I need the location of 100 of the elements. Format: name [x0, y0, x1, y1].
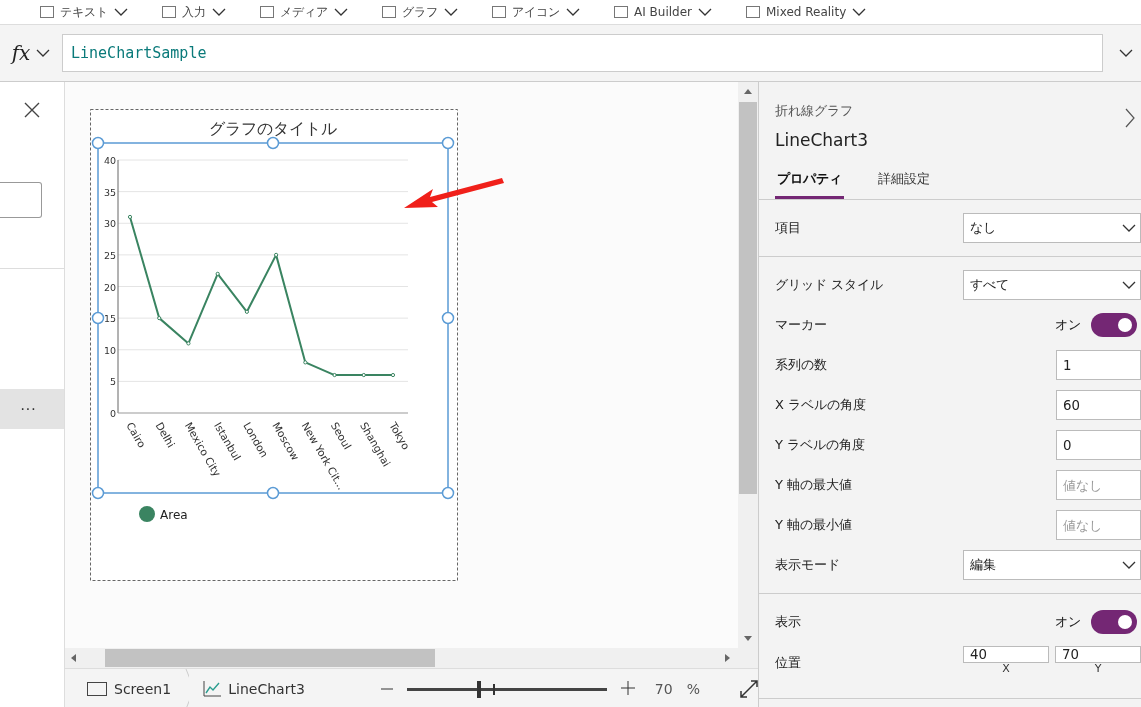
property-label: 表示モード	[775, 556, 841, 574]
y-caption: Y	[1094, 663, 1102, 675]
data-point	[361, 372, 366, 378]
fullscreen-icon[interactable]	[740, 680, 758, 698]
resize-handle[interactable]	[266, 136, 280, 150]
control-type: 折れ線グラフ	[775, 102, 853, 120]
y-tick-label: 40	[103, 155, 116, 166]
property-dropdown[interactable]: すべて	[963, 270, 1141, 300]
chevron-down-icon	[1122, 281, 1136, 289]
toolbar-menu[interactable]: Mixed Reality	[766, 5, 847, 19]
property-input[interactable]: 1	[1056, 350, 1141, 380]
x-input[interactable]: 40	[963, 646, 1049, 663]
search-field[interactable]	[0, 182, 42, 218]
toolbar-icon[interactable]	[492, 6, 506, 18]
chevron-down-icon	[212, 8, 226, 16]
property-label: Y ラベルの角度	[775, 436, 867, 454]
toggle-switch[interactable]	[1091, 313, 1137, 337]
chevron-down-icon	[114, 8, 128, 16]
property-label: 位置	[775, 654, 802, 672]
toolbar-icon[interactable]	[162, 6, 176, 18]
resize-handle[interactable]	[441, 311, 455, 325]
legend-label: Area	[160, 508, 188, 522]
chevron-down-icon	[566, 8, 580, 16]
data-point	[303, 360, 308, 365]
screen-breadcrumb[interactable]: Screen1	[81, 681, 178, 697]
horizontal-scrollbar[interactable]	[65, 648, 758, 668]
formula-input[interactable]: LineChartSample	[62, 34, 1103, 72]
chevron-down-icon	[1122, 561, 1136, 569]
control-breadcrumb[interactable]: LineChart3	[197, 681, 311, 697]
property-input[interactable]: 0	[1056, 430, 1141, 460]
data-point	[274, 252, 279, 257]
expand-icon	[1119, 49, 1133, 57]
toggle-switch[interactable]	[1091, 610, 1137, 634]
zoom-value: 70	[654, 681, 673, 697]
data-point	[157, 316, 162, 321]
toolbar-menu[interactable]: グラフ	[402, 3, 438, 21]
panel-tab[interactable]: 詳細設定	[876, 168, 932, 199]
resize-handle[interactable]	[441, 486, 455, 500]
property-dropdown[interactable]: 編集	[963, 550, 1141, 580]
property-selector[interactable]: fx	[0, 33, 62, 73]
property-label: X ラベルの角度	[775, 396, 868, 414]
property-input[interactable]: 60	[1056, 390, 1141, 420]
control-name: LineChart3	[775, 130, 869, 150]
scroll-right-icon[interactable]	[725, 654, 731, 662]
vertical-scrollbar[interactable]	[738, 82, 758, 648]
zoom-unit: %	[686, 681, 700, 697]
screen-icon	[87, 682, 107, 696]
toolbar-menu[interactable]: AI Builder	[634, 5, 692, 19]
property-label: グリッド スタイル	[775, 276, 885, 294]
toolbar-menu[interactable]: メディア	[280, 3, 328, 21]
resize-handle[interactable]	[91, 136, 105, 150]
data-point	[244, 309, 249, 314]
plus-icon	[620, 680, 635, 695]
chart-title: グラフのタイトル	[209, 119, 337, 138]
chevron-down-icon	[1122, 224, 1136, 232]
property-dropdown[interactable]: なし	[963, 213, 1141, 243]
y-tick-label: 10	[103, 344, 116, 356]
scroll-left-icon[interactable]	[70, 654, 76, 662]
property-label: 表示	[775, 613, 802, 631]
y-tick-label: 15	[103, 313, 116, 325]
property-label: Y 軸の最小値	[775, 516, 854, 534]
toolbar-icon[interactable]	[614, 6, 628, 18]
toolbar-menu[interactable]: テキスト	[60, 3, 108, 21]
close-icon[interactable]	[24, 102, 40, 118]
y-tick-label: 0	[109, 408, 116, 419]
y-tick-label: 30	[103, 218, 116, 230]
resize-handle[interactable]	[266, 486, 280, 500]
toggle-state: オン	[1055, 613, 1081, 631]
property-label: 系列の数	[775, 356, 828, 374]
y-tick-label: 25	[103, 249, 116, 261]
resize-handle[interactable]	[441, 136, 455, 150]
toolbar-icon[interactable]	[40, 6, 54, 18]
y-tick-label: 5	[109, 376, 116, 388]
resize-handle[interactable]	[91, 311, 105, 325]
panel-tab[interactable]: プロパティ	[775, 168, 844, 199]
chevron-down-icon	[444, 8, 458, 16]
toggle-state: オン	[1055, 316, 1081, 334]
chevron-right-icon[interactable]	[1125, 108, 1135, 128]
toolbar-menu[interactable]: 入力	[182, 3, 206, 21]
property-label: Y 軸の最大値	[775, 476, 854, 494]
resize-handle[interactable]	[91, 486, 105, 500]
scroll-up-icon[interactable]	[744, 88, 752, 94]
x-caption: X	[1002, 663, 1010, 675]
chevron-down-icon	[852, 8, 867, 16]
line-chart-icon	[203, 681, 222, 697]
toolbar-icon[interactable]	[382, 6, 396, 18]
chevron-down-icon	[334, 8, 348, 16]
property-input[interactable]: 値なし	[1056, 510, 1141, 540]
toolbar-icon[interactable]	[260, 6, 274, 18]
data-point	[186, 341, 191, 346]
data-point	[127, 214, 133, 219]
toolbar-menu[interactable]: アイコン	[512, 3, 560, 21]
more-button[interactable]: ···	[0, 389, 64, 429]
property-input[interactable]: 値なし	[1056, 470, 1141, 500]
y-tick-label: 20	[103, 281, 116, 293]
toolbar-icon[interactable]	[746, 6, 760, 18]
y-input[interactable]: 70	[1055, 646, 1141, 663]
scroll-down-icon[interactable]	[744, 636, 752, 642]
chevron-down-icon	[698, 8, 712, 16]
breadcrumb-separator-icon	[185, 669, 190, 707]
